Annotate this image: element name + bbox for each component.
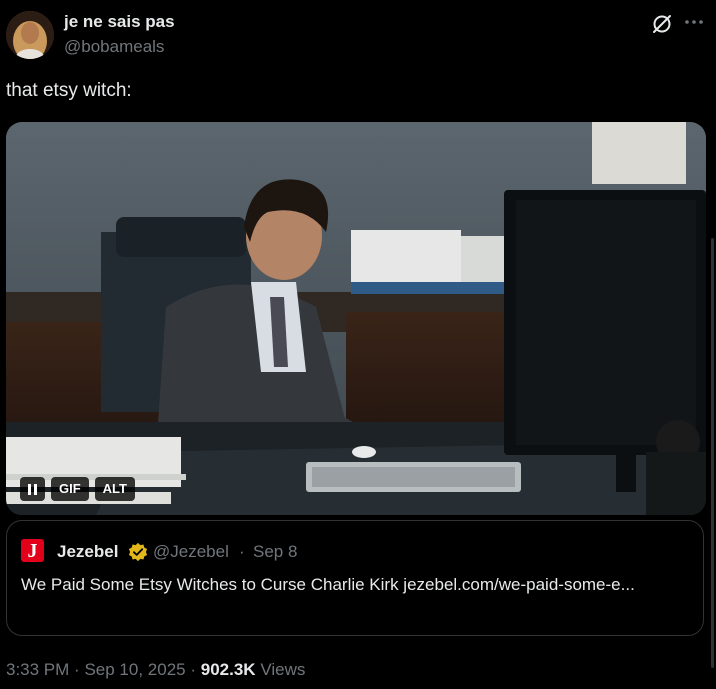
tweet-meta: 3:33 PM · Sep 10, 2025 · 902.3K Views (6, 660, 305, 680)
jezebel-logo-icon[interactable]: J (21, 539, 44, 562)
author-handle[interactable]: @bobameals (64, 37, 164, 57)
tweet-date[interactable]: Sep 10, 2025 (84, 660, 185, 679)
quoted-tweet-card[interactable]: J Jezebel @Jezebel · Sep 8 We Paid Some … (6, 520, 704, 636)
meta-separator: · (74, 660, 80, 679)
author-display-name[interactable]: je ne sais pas (64, 12, 175, 32)
tweet-post: je ne sais pas @bobameals that etsy witc… (0, 0, 716, 689)
tweet-time[interactable]: 3:33 PM (6, 660, 69, 679)
meta-separator: · (190, 660, 197, 679)
tweet-text: that etsy witch: (6, 80, 132, 101)
pause-button[interactable] (20, 477, 45, 501)
pause-icon (28, 483, 37, 495)
more-icon[interactable] (682, 10, 706, 34)
alt-text-button[interactable]: ALT (94, 477, 135, 501)
quote-text: We Paid Some Etsy Witches to Curse Charl… (21, 575, 635, 594)
gif-frame-office-scene (6, 122, 706, 515)
views-label: Views (260, 660, 306, 679)
scrollbar[interactable] (711, 238, 714, 668)
avatar[interactable] (6, 11, 54, 59)
quote-separator: · (239, 542, 245, 561)
gif-media[interactable]: GIF ALT (6, 122, 706, 515)
media-controls: GIF ALT (20, 477, 135, 501)
quote-author-name[interactable]: Jezebel (57, 542, 118, 562)
avatar-image (6, 11, 54, 59)
grok-icon[interactable] (651, 13, 673, 35)
gif-badge: GIF (51, 477, 89, 501)
verified-badge-icon (128, 542, 148, 562)
quote-date[interactable]: Sep 8 (253, 542, 297, 562)
views-count: 902.3K (200, 660, 256, 679)
quote-author-handle[interactable]: @Jezebel (153, 542, 229, 562)
